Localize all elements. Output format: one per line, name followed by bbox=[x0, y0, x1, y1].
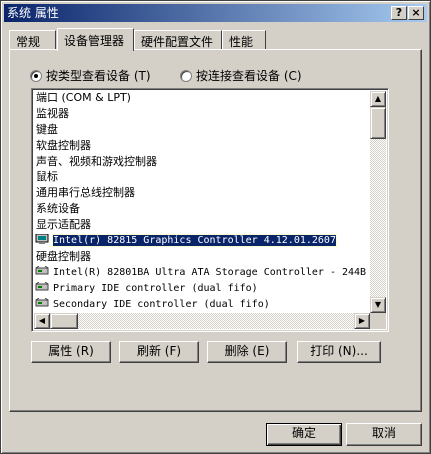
scroll-down-button[interactable]: ▼ bbox=[370, 297, 386, 313]
tab-device-manager[interactable]: 设备管理器 bbox=[57, 28, 134, 51]
close-button[interactable]: × bbox=[408, 6, 424, 20]
device-category[interactable]: 键盘 bbox=[34, 122, 370, 138]
tab-hardware-profiles[interactable]: 硬件配置文件 bbox=[134, 30, 222, 50]
device-label: Primary IDE controller (dual fifo) bbox=[53, 282, 258, 294]
device-category[interactable]: 声音、视频和游戏控制器 bbox=[34, 154, 370, 170]
scroll-right-button[interactable]: ▶ bbox=[354, 313, 370, 329]
device-category[interactable]: 显示适配器 bbox=[34, 217, 370, 233]
device-item[interactable]: Intel(r) 82815 Graphics Controller 4.12.… bbox=[34, 233, 370, 249]
disk-controller-icon bbox=[35, 281, 49, 292]
device-item[interactable]: Primary IDE controller (dual fifo) bbox=[34, 281, 370, 297]
view-by-connection-option[interactable]: 按连接查看设备 (C) bbox=[180, 67, 302, 84]
view-by-connection-label: 按连接查看设备 (C) bbox=[196, 69, 302, 83]
view-by-type-label: 按类型查看设备 (T) bbox=[46, 69, 151, 83]
help-button[interactable]: ? bbox=[391, 6, 407, 20]
device-category[interactable]: 通用串行总线控制器 bbox=[34, 185, 370, 201]
radio-by-connection[interactable] bbox=[180, 70, 192, 82]
device-label: 鼠标 bbox=[36, 170, 58, 184]
monitor-icon bbox=[35, 233, 49, 245]
device-label: 声音、视频和游戏控制器 bbox=[36, 154, 157, 168]
device-label: 硬盘控制器 bbox=[36, 249, 91, 263]
device-category[interactable]: 硬盘控制器 bbox=[34, 249, 370, 265]
vertical-scroll-thumb[interactable] bbox=[370, 107, 386, 139]
device-label: 软盘控制器 bbox=[36, 138, 91, 152]
device-label: 端口 (COM & LPT) bbox=[36, 91, 131, 104]
device-label: Secondary IDE controller (dual fifo) bbox=[53, 298, 270, 310]
remove-button[interactable]: 删除 (E) bbox=[207, 341, 287, 363]
scroll-up-button[interactable]: ▲ bbox=[370, 91, 386, 107]
device-category[interactable]: 软盘控制器 bbox=[34, 138, 370, 154]
view-by-type-option[interactable]: 按类型查看设备 (T) bbox=[30, 67, 151, 84]
device-label: 通用串行总线控制器 bbox=[36, 186, 135, 200]
window-title: 系统 属性 bbox=[7, 6, 59, 20]
device-manager-panel: 按类型查看设备 (T) 按连接查看设备 (C) 端口 (COM & LPT) 监视… bbox=[9, 49, 422, 412]
horizontal-scroll-thumb[interactable] bbox=[50, 313, 78, 329]
scroll-corner bbox=[370, 313, 386, 329]
title-bar[interactable]: 系统 属性 ? × bbox=[4, 4, 427, 22]
device-label: 键盘 bbox=[36, 122, 58, 136]
device-category[interactable]: 监视器 bbox=[34, 106, 370, 122]
device-label: 显示适配器 bbox=[36, 218, 91, 232]
device-label: Intel(r) 82815 Graphics Controller 4.12.… bbox=[52, 234, 337, 248]
device-label: 监视器 bbox=[36, 106, 69, 120]
tab-general[interactable]: 常规 bbox=[9, 30, 56, 50]
refresh-button[interactable]: 刷新 (F) bbox=[119, 341, 199, 363]
device-item[interactable]: Intel(R) 82801BA Ultra ATA Storage Contr… bbox=[34, 265, 370, 281]
device-category[interactable]: 系统设备 bbox=[34, 201, 370, 217]
disk-controller-icon bbox=[35, 265, 49, 276]
device-item[interactable]: Secondary IDE controller (dual fifo) bbox=[34, 297, 370, 312]
tab-performance[interactable]: 性能 bbox=[222, 30, 266, 50]
device-label: 系统设备 bbox=[36, 202, 80, 216]
device-list-items: 端口 (COM & LPT) 监视器键盘软盘控制器声音、视频和游戏控制器 鼠标通用串… bbox=[34, 90, 370, 312]
scroll-left-button[interactable]: ◀ bbox=[34, 313, 50, 329]
radio-by-type[interactable] bbox=[30, 70, 42, 82]
device-list[interactable]: 端口 (COM & LPT) 监视器键盘软盘控制器声音、视频和游戏控制器 鼠标通用串… bbox=[31, 88, 389, 332]
properties-button[interactable]: 属性 (R) bbox=[31, 341, 111, 363]
vertical-scrollbar[interactable]: ▲ ▼ bbox=[370, 91, 386, 313]
cancel-button[interactable]: 取消 bbox=[346, 423, 422, 446]
print-button[interactable]: 打印 (N)... bbox=[297, 341, 381, 363]
device-label: Intel(R) 82801BA Ultra ATA Storage Contr… bbox=[53, 266, 367, 278]
system-properties-window: 系统 属性 ? × 常规 设备管理器 硬件配置文件 性能 按类型查看设备 (T)… bbox=[0, 0, 431, 454]
device-category[interactable]: 端口 (COM & LPT) bbox=[34, 90, 370, 106]
disk-controller-icon bbox=[35, 297, 49, 308]
horizontal-scrollbar[interactable]: ◀ ▶ bbox=[34, 313, 370, 329]
ok-button[interactable]: 确定 bbox=[266, 423, 342, 446]
device-category[interactable]: 鼠标 bbox=[34, 169, 370, 185]
